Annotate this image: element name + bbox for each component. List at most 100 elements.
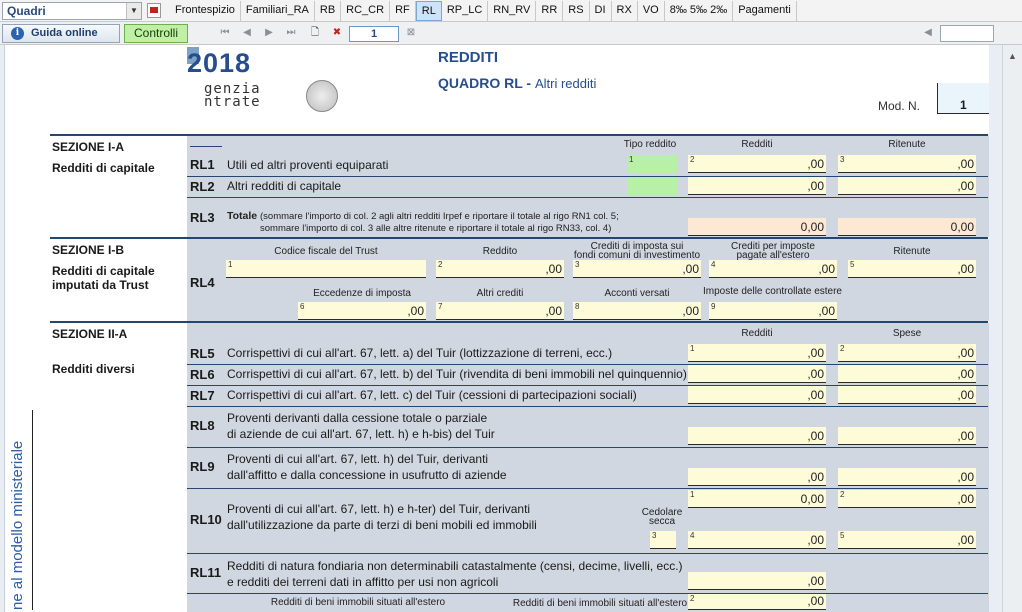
rl1-ritenute-field[interactable]: 3,00 bbox=[838, 155, 976, 173]
rl7-description: Corrispettivi di cui all'art. 67, lett. … bbox=[227, 388, 637, 402]
rl3-ritenute-total: 0,00 bbox=[838, 218, 976, 236]
tab-rn-rv[interactable]: RN_RV bbox=[488, 1, 537, 21]
rl2-redditi-field[interactable]: ,00 bbox=[688, 177, 826, 195]
rl8-redditi-field[interactable]: ,00 bbox=[688, 427, 826, 445]
rl4-acconti-field[interactable]: 8,00 bbox=[573, 302, 701, 320]
header-controllate: Imposte delle controllate estere bbox=[703, 286, 842, 297]
scroll-left-icon[interactable]: ◀ bbox=[921, 26, 935, 40]
delete-page-icon[interactable]: ✖ bbox=[330, 26, 344, 40]
tab-rf[interactable]: RF bbox=[390, 1, 416, 21]
rl4-reddito-field[interactable]: 2,00 bbox=[436, 260, 564, 278]
info-icon: i bbox=[11, 27, 24, 40]
row-rule bbox=[187, 197, 988, 198]
form-year: 2018 bbox=[187, 48, 252, 78]
rl12-estero-field[interactable]: 2,00 bbox=[688, 594, 826, 610]
scroll-up-icon[interactable]: ▲ bbox=[1008, 51, 1017, 61]
rl5-redditi-field[interactable]: 1,00 bbox=[688, 344, 826, 362]
modn-label: Mod. N. bbox=[878, 99, 921, 113]
header-eccedenze: Eccedenze di imposta bbox=[313, 288, 411, 299]
rl8-description-2: di aziende de cui all'art. 67, lett. h) … bbox=[227, 427, 495, 441]
quadri-select[interactable]: Quadri ▼ bbox=[2, 2, 142, 20]
tab-familiari-ra[interactable]: Familiari_RA bbox=[241, 1, 315, 21]
rl5-code: RL5 bbox=[190, 346, 215, 361]
side-divider bbox=[32, 410, 33, 610]
rl3-redditi-total: 0,00 bbox=[688, 218, 826, 236]
rl7-code: RL7 bbox=[190, 388, 215, 403]
rl6-spese-field[interactable]: ,00 bbox=[838, 365, 976, 383]
rl7-redditi-field[interactable]: ,00 bbox=[688, 386, 826, 404]
close-page-icon[interactable]: ⊠ bbox=[404, 26, 418, 40]
tab-frontespizio[interactable]: Frontespizio bbox=[170, 1, 241, 21]
tab-vo[interactable]: VO bbox=[638, 1, 665, 21]
rl8-code: RL8 bbox=[190, 418, 215, 433]
tab-rl[interactable]: RL bbox=[415, 1, 442, 21]
tab-rx[interactable]: RX bbox=[612, 1, 638, 21]
controlli-button[interactable]: Controlli bbox=[124, 24, 188, 43]
page-number-input[interactable]: 1 bbox=[349, 26, 399, 42]
rl2-tipo-reddito-field[interactable] bbox=[627, 177, 677, 195]
rl1-tipo-reddito-field[interactable]: 1 bbox=[627, 155, 677, 173]
rl10-redditi-field[interactable]: 1 0,00 bbox=[688, 490, 826, 508]
rl10-col4-field[interactable]: 4,00 bbox=[688, 531, 826, 549]
rl6-description: Corrispettivi di cui all'art. 67, lett. … bbox=[227, 367, 687, 381]
tab-di[interactable]: DI bbox=[590, 1, 612, 21]
rl9-spese-field[interactable]: ,00 bbox=[838, 468, 976, 486]
chevron-down-icon[interactable]: ▼ bbox=[126, 3, 141, 19]
new-page-icon[interactable]: 🗋 bbox=[308, 26, 322, 40]
header-spese: Spese bbox=[892, 328, 922, 339]
quadri-tabs: Frontespizio Familiari_RA RB RC_CR RF RL… bbox=[170, 1, 797, 21]
page-jump-input[interactable] bbox=[940, 25, 994, 42]
rl3-note-2: sommare l'importo di col. 3 alle altre r… bbox=[260, 223, 612, 234]
rl5-description: Corrispettivi di cui all'art. 67, lett. … bbox=[227, 346, 613, 360]
guida-online-label: Guida online bbox=[31, 27, 98, 39]
agenzia-entrate-logo: genzia ntrate bbox=[190, 82, 261, 109]
tab-rb[interactable]: RB bbox=[315, 1, 342, 21]
vertical-scrollbar[interactable]: ▲ bbox=[1002, 45, 1022, 612]
rl5-spese-field[interactable]: 2,00 bbox=[838, 344, 976, 362]
tab-rp-lc[interactable]: RP_LC bbox=[442, 1, 489, 21]
tab-pagamenti[interactable]: Pagamenti bbox=[733, 1, 797, 21]
rl4-code: RL4 bbox=[190, 275, 215, 290]
first-page-icon[interactable]: ⏮ bbox=[218, 26, 232, 40]
rl10-spese-field[interactable]: 2,00 bbox=[838, 490, 976, 508]
rl8-spese-field[interactable]: ,00 bbox=[838, 427, 976, 445]
header-estero-a: Redditi di beni immobili situati all'est… bbox=[270, 597, 446, 608]
rl10-col5-field[interactable]: 5,00 bbox=[838, 531, 976, 549]
tab-rr[interactable]: RR bbox=[536, 1, 564, 21]
tab-per-mille[interactable]: 8‰ 5‰ 2‰ bbox=[665, 1, 734, 21]
rl4-altri-crediti-field[interactable]: 7,00 bbox=[436, 302, 564, 320]
rl11-description-2: e redditi dei terreni dati in affitto pe… bbox=[227, 575, 499, 589]
section-1b-title: SEZIONE I-B bbox=[52, 243, 125, 257]
rl1-redditi-field[interactable]: 2,00 bbox=[688, 155, 826, 173]
rl11-redditi-field[interactable]: ,00 bbox=[688, 572, 826, 590]
rl9-redditi-field[interactable]: ,00 bbox=[688, 468, 826, 486]
tab-rs[interactable]: RS bbox=[563, 1, 590, 21]
guida-online-button[interactable]: i Guida online bbox=[2, 24, 120, 43]
rl6-redditi-field[interactable]: ,00 bbox=[688, 365, 826, 383]
rl4-controllate-field[interactable]: 9,00 bbox=[709, 302, 837, 320]
rl2-ritenute-field[interactable]: ,00 bbox=[838, 177, 976, 195]
quadro-title: QUADRO RL - Altri redditi bbox=[438, 75, 596, 91]
last-page-icon[interactable]: ⏭ bbox=[284, 26, 298, 40]
tab-rc-cr[interactable]: RC_CR bbox=[341, 1, 391, 21]
rl6-code: RL6 bbox=[190, 367, 215, 382]
next-page-icon[interactable]: ▶ bbox=[262, 26, 276, 40]
header-tipo-reddito: Tipo reddito bbox=[623, 139, 677, 150]
header-redditi-2a: Redditi bbox=[741, 328, 773, 339]
prev-page-icon[interactable]: ◀ bbox=[240, 26, 254, 40]
rl4-ritenute-field[interactable]: 5,00 bbox=[848, 260, 976, 278]
rl3-code: RL3 bbox=[190, 210, 215, 225]
rl7-spese-field[interactable]: ,00 bbox=[838, 386, 976, 404]
rl9-description-1: Proventi di cui all'art. 67, lett. h) de… bbox=[227, 452, 489, 466]
quadro-title-bold: QUADRO RL - bbox=[438, 75, 535, 91]
rl4-codice-fiscale-field[interactable]: 1 bbox=[226, 260, 426, 278]
rl10-description-1: Proventi di cui all'art. 67, lett. h) e … bbox=[227, 502, 531, 516]
rl8-description-1: Proventi derivanti dalla cessione totale… bbox=[227, 411, 488, 425]
row-rule bbox=[187, 488, 988, 489]
rl4-crediti-fondi-field[interactable]: 3,00 bbox=[573, 260, 701, 278]
pdf-icon[interactable] bbox=[147, 3, 161, 18]
row-rule bbox=[187, 406, 988, 407]
rl4-eccedenze-field[interactable]: 6,00 bbox=[298, 302, 426, 320]
rl4-crediti-estero-field[interactable]: 4,00 bbox=[709, 260, 837, 278]
rl10-cedolare-field[interactable]: 3 bbox=[650, 531, 676, 549]
